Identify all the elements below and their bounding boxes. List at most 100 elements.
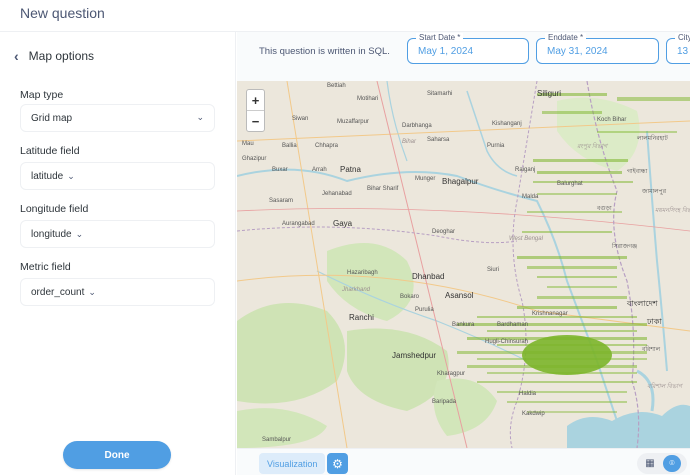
grid-map[interactable]: + − Bettiah Motihari Sitamarhi Siwan Muz… <box>237 81 690 448</box>
map-type-label: Map type <box>20 89 64 101</box>
map-label: Purulia <box>415 307 434 313</box>
metric-select[interactable]: order_count ⌄ <box>20 278 215 306</box>
map-label: Motihari <box>357 96 379 102</box>
map-label: Deoghar <box>432 229 456 235</box>
start-date-value: May 1, 2024 <box>418 46 474 57</box>
zoom-in-button[interactable]: + <box>247 90 264 110</box>
chevron-down-icon: ⌄ <box>196 112 204 122</box>
map-label: Hugli-Chinsurah <box>485 339 529 345</box>
metric-label: Metric field <box>20 261 71 273</box>
map-options-sidebar: ‹ Map options Map type Grid map ⌄ Latitu… <box>0 32 236 475</box>
map-type-value: Grid map <box>31 112 73 124</box>
map-label: Sambalpur <box>262 437 292 443</box>
end-date-label: Enddate * <box>545 33 587 42</box>
map-label: বগুড়া <box>597 206 612 212</box>
map-label: Kharagpur <box>437 371 466 377</box>
map-label: Krishnanagar <box>532 311 568 317</box>
gear-icon[interactable]: ⚙ <box>327 453 348 474</box>
metric-value: order_count <box>31 286 85 298</box>
chevron-down-icon: ⌄ <box>75 228 84 239</box>
map-label: Darbhanga <box>402 123 432 129</box>
map-label: Siuri <box>487 267 500 273</box>
map-label: Gaya <box>333 219 353 228</box>
map-label: Bhagalpur <box>442 177 479 186</box>
map-label: Arrah <box>312 167 327 173</box>
city-filter[interactable]: City 13 <box>666 33 690 64</box>
map-label: Ranchi <box>349 313 374 322</box>
map-label: ময়মনসিংহ বিভাগ <box>655 208 690 214</box>
map-pin-icon[interactable]: ⌾ <box>663 455 681 472</box>
map-label: Sitamarhi <box>427 91 453 97</box>
map-label: Buxar <box>272 167 288 173</box>
map-label: Bokaro <box>400 294 420 300</box>
start-date-filter[interactable]: Start Date * May 1, 2024 <box>407 33 529 64</box>
latitude-label: Latitude field <box>20 145 80 157</box>
map-label: Muzaffarpur <box>337 119 369 125</box>
map-label: Jamshedpur <box>392 351 437 360</box>
latitude-value: latitude <box>31 170 64 182</box>
map-label: গাইবান্ধা <box>627 169 648 175</box>
map-label: Bardhaman <box>497 322 529 328</box>
footer-bar: Visualization ⚙ ▦ ⌾ <box>237 448 690 475</box>
top-bar: New question <box>0 0 690 32</box>
map-label: Raiganj <box>515 167 536 173</box>
longitude-select[interactable]: longitude ⌄ <box>20 220 215 248</box>
parameters-bar: This question is written in SQL. Start D… <box>237 32 690 80</box>
map-label: Bettiah <box>327 83 346 89</box>
map-label: Jharkhand <box>342 287 371 293</box>
longitude-value: longitude <box>31 228 72 240</box>
map-label: Jehanabad <box>322 191 352 197</box>
main-panel: This question is written in SQL. Start D… <box>237 32 690 475</box>
view-toggle: ▦ ⌾ <box>637 453 687 474</box>
sidebar-title: Map options <box>28 49 95 63</box>
map-label: বরিশাল <box>642 347 661 353</box>
city-label: City <box>675 33 690 42</box>
map-label: Bihar Sharif <box>367 186 399 192</box>
start-date-label: Start Date * <box>416 33 464 42</box>
map-label: বাংলাদেশ <box>627 299 658 308</box>
chevron-down-icon: ⌄ <box>67 170 75 181</box>
chevron-left-icon: ‹ <box>14 48 19 64</box>
zoom-controls: + − <box>246 89 265 132</box>
map-label: ঢাকা <box>647 317 662 326</box>
done-button[interactable]: Done <box>63 441 171 469</box>
map-label: বরিশাল বিভাগ <box>647 384 682 390</box>
map-label: Asansol <box>445 291 474 300</box>
page-title: New question <box>20 5 105 21</box>
map-label: সিরাজগঞ্জ <box>612 244 638 250</box>
map-label: Siwan <box>292 116 309 122</box>
map-type-select[interactable]: Grid map ⌄ <box>20 104 215 132</box>
visualization-button[interactable]: Visualization <box>259 453 326 474</box>
map-label: Siliguri <box>537 89 562 98</box>
map-label: Ballia <box>282 143 297 149</box>
chevron-down-icon: ⌄ <box>88 286 96 297</box>
map-label: Hazaribagh <box>347 270 378 276</box>
map-label: Purnia <box>487 143 505 149</box>
map-tiles <box>237 81 690 448</box>
map-label: Sasaram <box>269 198 294 204</box>
map-label: Balurghat <box>557 181 583 187</box>
map-label: লালমনিরহাট <box>637 136 668 142</box>
back-to-options-button[interactable]: ‹ Map options <box>14 48 94 64</box>
map-label: Ghazipur <box>242 156 267 162</box>
table-icon[interactable]: ▦ <box>641 455 659 472</box>
map-label: জামালপুর <box>642 189 667 195</box>
map-label: Munger <box>415 176 436 182</box>
map-label: Kishanganj <box>492 121 522 127</box>
map-label: Mau <box>242 141 254 147</box>
map-label: Bihar <box>402 139 417 145</box>
map-label: Baripada <box>432 399 457 405</box>
map-label: Malda <box>522 194 539 200</box>
map-label: Patna <box>340 165 361 174</box>
city-value: 13 <box>677 46 689 57</box>
latitude-select[interactable]: latitude ⌄ <box>20 162 215 190</box>
longitude-label: Longitude field <box>20 203 89 215</box>
map-label: Kakdwip <box>522 411 545 417</box>
map-label: Dhanbad <box>412 272 445 281</box>
end-date-filter[interactable]: Enddate * May 31, 2024 <box>536 33 659 64</box>
map-label: West Bengal <box>509 236 543 242</box>
map-label: রংপুর বিভাগ <box>577 144 608 150</box>
map-label: Aurangabad <box>282 221 315 227</box>
zoom-out-button[interactable]: − <box>247 111 264 131</box>
map-label: Haldia <box>519 391 537 397</box>
